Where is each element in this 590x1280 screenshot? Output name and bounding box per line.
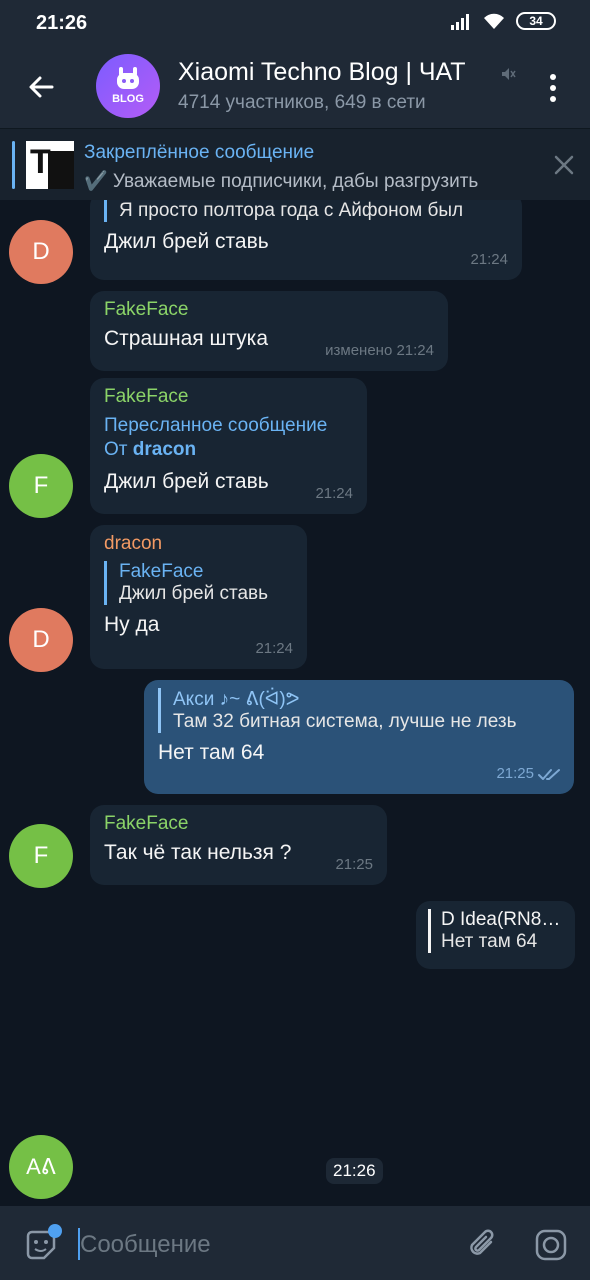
attach-icon[interactable] xyxy=(466,1226,500,1264)
message-composer xyxy=(0,1206,590,1280)
sticker-badge xyxy=(48,1224,62,1238)
user-avatar[interactable]: F xyxy=(9,454,73,518)
message-text: Так чё так нельзя ? xyxy=(104,841,292,864)
chat-header: BLOG Xiaomi Techno Blog | ЧАТ 4714 участ… xyxy=(0,46,590,128)
thumb-block xyxy=(48,151,74,189)
close-icon[interactable] xyxy=(551,152,577,178)
message-text: Джил брей ставь xyxy=(104,230,269,253)
status-bar: 21:26 34 xyxy=(0,0,590,46)
message-bubble[interactable]: Я просто полтора года с Айфоном был Джил… xyxy=(90,200,522,280)
reply-quote[interactable]: D Idea(RN8… Нет там 64 xyxy=(428,909,563,953)
message-list[interactable]: Я просто полтора года с Айфоном был Джил… xyxy=(0,200,590,1206)
message-input[interactable] xyxy=(80,1228,440,1262)
signal-icon xyxy=(451,14,469,30)
pinned-label: Закреплённое сообщение xyxy=(84,142,315,163)
pinned-text: ✔️ Уважаемые подписчики, дабы разгрузить xyxy=(84,171,479,192)
back-arrow-icon[interactable] xyxy=(22,68,60,106)
muted-icon xyxy=(502,68,516,80)
user-avatar[interactable]: D xyxy=(9,608,73,672)
message-bubble[interactable]: dracon FakeFace Джил брей ставь Ну да 21… xyxy=(90,525,307,669)
battery-icon: 34 xyxy=(516,12,556,30)
forward-header[interactable]: Пересланное сообщение От dracon xyxy=(104,414,353,462)
message-time: изменено 21:24 xyxy=(325,342,434,359)
group-avatar[interactable]: BLOG xyxy=(96,54,160,118)
message-time: 21:24 xyxy=(470,251,508,268)
message-time: 21:24 xyxy=(315,485,353,502)
forward-from-name: dracon xyxy=(132,439,197,460)
message-time: 21:24 xyxy=(255,640,293,657)
pinned-message[interactable]: T Закреплённое сообщение ✔️ Уважаемые по… xyxy=(0,128,590,200)
message-bubble[interactable]: FakeFace Страшная штука изменено 21:24 xyxy=(90,291,448,371)
reply-text: Джил брей ставь xyxy=(119,583,269,604)
reply-text: Я просто полтора года с Айфоном был xyxy=(119,200,464,221)
sender-name[interactable]: FakeFace xyxy=(104,386,353,408)
more-menu-icon[interactable] xyxy=(540,68,566,108)
status-time: 21:26 xyxy=(36,12,88,34)
sender-name[interactable]: FakeFace xyxy=(104,813,373,835)
reply-quote[interactable]: Акси ♪~ ᕕ(ᐛ)ᕗ Там 32 битная система, луч… xyxy=(158,688,560,733)
sender-name[interactable]: FakeFace xyxy=(104,299,434,321)
forward-from-prefix: От xyxy=(104,439,133,460)
avatar-label: BLOG xyxy=(112,93,144,105)
pinned-indicator xyxy=(12,141,15,189)
chat-title[interactable]: Xiaomi Techno Blog | ЧАТ xyxy=(178,58,466,87)
wifi-icon xyxy=(484,13,504,29)
status-icons: 34 xyxy=(450,12,556,30)
reply-quote[interactable]: FakeFace Джил брей ставь xyxy=(104,561,293,605)
reply-preview-bubble[interactable]: D Idea(RN8… Нет там 64 xyxy=(416,901,575,969)
message-bubble-outgoing[interactable]: Акси ♪~ ᕕ(ᐛ)ᕗ Там 32 битная система, луч… xyxy=(144,680,574,794)
message-time: 21:25 xyxy=(496,765,534,782)
reply-text: Нет там 64 xyxy=(441,931,538,952)
message-bubble[interactable]: FakeFace Пересланное сообщение От dracon… xyxy=(90,378,367,514)
forward-from: От dracon xyxy=(104,438,353,462)
message-bubble[interactable]: FakeFace Так чё так нельзя ? 21:25 xyxy=(90,805,387,885)
message-text: Нет там 64 xyxy=(158,741,265,764)
date-chip: 21:26 xyxy=(326,1158,383,1184)
double-check-icon xyxy=(538,769,560,780)
mi-bunny-icon xyxy=(117,67,139,89)
reply-author: Акси ♪~ ᕕ(ᐛ)ᕗ xyxy=(173,689,300,710)
member-count: 4714 участников, 649 в сети xyxy=(178,92,426,113)
sender-name[interactable]: dracon xyxy=(104,533,293,555)
reply-text: Там 32 битная система, лучше не лезь xyxy=(173,711,517,732)
camera-icon[interactable] xyxy=(534,1228,568,1262)
message-time: 21:25 xyxy=(335,856,373,873)
pinned-thumbnail: T xyxy=(26,141,74,189)
forward-label: Пересланное сообщение xyxy=(104,415,328,436)
reply-author: FakeFace xyxy=(119,561,204,582)
user-avatar[interactable]: F xyxy=(9,824,73,888)
reply-quote[interactable]: Я просто полтора года с Айфоном был xyxy=(104,200,508,222)
user-avatar[interactable]: D xyxy=(9,220,73,284)
message-text: Ну да xyxy=(104,613,160,636)
user-avatar[interactable]: Aᕕ xyxy=(9,1135,73,1199)
reply-author: D Idea(RN8… xyxy=(441,909,561,930)
